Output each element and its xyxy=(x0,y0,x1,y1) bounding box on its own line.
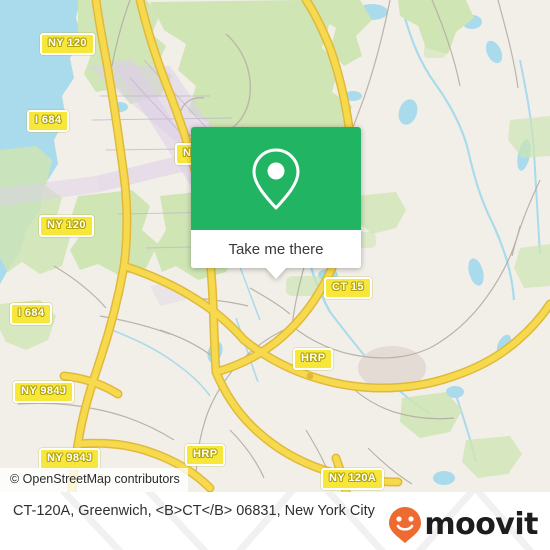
footer-bar: CT-120A, Greenwich, <B>CT</B> 06831, New… xyxy=(0,492,550,550)
moovit-wordmark: moovit xyxy=(424,507,538,542)
road-shield-hrp-south: HRP xyxy=(185,444,226,466)
moovit-logo[interactable]: moovit xyxy=(388,506,538,544)
map-popup-card[interactable]: Take me there xyxy=(191,127,361,279)
location-pin-icon xyxy=(252,148,300,209)
map-screenshot-root: NY 120I 684NY 120NY 120I 684CT 15HRPNY 9… xyxy=(0,0,550,550)
map-popup-tail xyxy=(265,267,287,279)
map-popup-header xyxy=(191,127,361,230)
road-shield-ny-120-north: NY 120 xyxy=(40,33,95,55)
map-popup-inner: Take me there xyxy=(191,127,361,268)
road-shield-hrp-east: HRP xyxy=(293,348,334,370)
map-junction-marker xyxy=(306,372,314,380)
road-shield-i-684-north: I 684 xyxy=(27,110,70,132)
road-shield-ct-15: CT 15 xyxy=(324,277,372,299)
address-label: CT-120A, Greenwich, <B>CT</B> 06831, New… xyxy=(13,503,375,519)
road-shield-ny-120a: NY 120A xyxy=(321,468,385,490)
map-popup-action-bar[interactable]: Take me there xyxy=(191,230,361,268)
moovit-smiley-pin-icon xyxy=(389,507,422,543)
road-shield-ny-984j-lower: NY 984J xyxy=(39,448,101,470)
map-canvas[interactable]: NY 120I 684NY 120NY 120I 684CT 15HRPNY 9… xyxy=(0,0,550,492)
take-me-there-label: Take me there xyxy=(228,240,324,258)
road-shield-i-684-west: I 684 xyxy=(10,303,53,325)
road-shield-ny-120-west: NY 120 xyxy=(39,215,94,237)
osm-attribution[interactable]: © OpenStreetMap contributors xyxy=(0,468,188,492)
road-shield-ny-984j-upper: NY 984J xyxy=(13,381,75,403)
